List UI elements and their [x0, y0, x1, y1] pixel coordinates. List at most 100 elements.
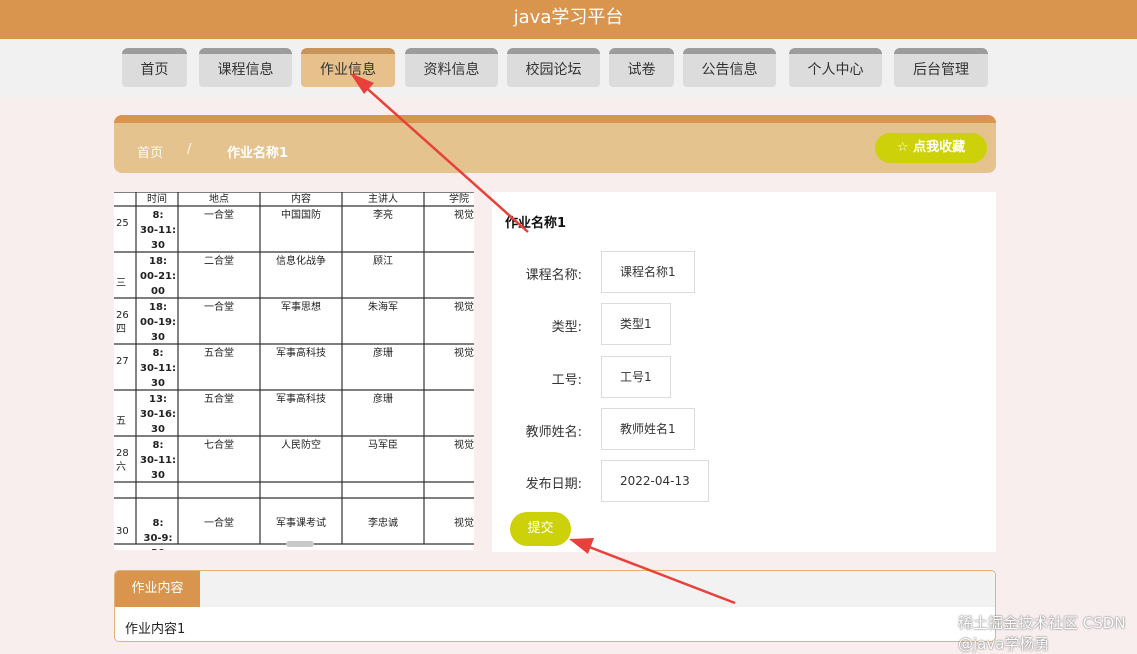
schedule-time: 8: — [153, 440, 164, 451]
nav-item-forum[interactable]: 校园论坛 — [507, 48, 600, 87]
schedule-date: 26 — [116, 310, 129, 321]
schedule-date: 27 — [116, 356, 129, 367]
field-value: 课程名称1 — [601, 251, 695, 293]
field-label: 工号: — [551, 373, 582, 388]
site-title: java学习平台 — [513, 7, 624, 28]
schedule-time: 18: — [149, 302, 167, 313]
schedule-content: 军事课考试 — [276, 516, 326, 529]
homework-content-text: 作业内容1 — [125, 622, 186, 637]
field-label: 类型: — [551, 320, 582, 335]
schedule-day: 一 — [116, 540, 126, 550]
schedule-time: 8: — [153, 210, 164, 221]
schedule-college: 视觉 — [454, 300, 474, 313]
homework-title: 作业名称1 — [505, 216, 567, 231]
content-tabstrip: 作业内容 — [115, 571, 995, 607]
schedule-time: 30-11: — [140, 455, 176, 466]
schedule-speaker: 朱海军 — [368, 300, 398, 313]
nav-item-courses[interactable]: 课程信息 — [199, 48, 292, 87]
schedule-place: 五合堂 — [204, 392, 234, 405]
field-value: 类型1 — [601, 303, 671, 345]
schedule-day: 三 — [116, 278, 126, 289]
watermark: 稀土掘金技术社区 CSDN @java学杨勇 — [958, 614, 1126, 653]
field-teacher-name: 教师姓名: 教师姓名1 — [492, 408, 996, 450]
schedule-speaker: 彦珊 — [373, 392, 393, 405]
nav-item-profile[interactable]: 个人中心 — [789, 48, 882, 87]
schedule-time: 30 — [151, 470, 165, 481]
schedule-content: 信息化战争 — [276, 254, 326, 267]
field-label: 发布日期: — [525, 477, 582, 492]
schedule-day: 六 — [116, 461, 126, 473]
field-type: 类型: 类型1 — [492, 303, 996, 345]
schedule-time: 00-21: — [140, 271, 176, 282]
schedule-college: 视觉 — [454, 438, 474, 451]
schedule-header-cell: 学院 — [449, 192, 469, 205]
homework-content-panel: 作业内容 作业内容1 — [114, 570, 996, 642]
schedule-time: 30 — [151, 378, 165, 389]
image-scroll-handle — [286, 541, 314, 547]
schedule-place: 七合堂 — [204, 438, 234, 451]
schedule-content: 军事高科技 — [276, 392, 326, 405]
schedule-day: 五 — [116, 416, 126, 427]
field-value: 教师姓名1 — [601, 408, 695, 450]
schedule-time: 30 — [151, 424, 165, 435]
field-label: 课程名称: — [525, 268, 582, 283]
schedule-time: 30 — [151, 332, 165, 343]
homework-detail-panel: 作业名称1 课程名称: 课程名称1 类型: 类型1 工号: 工号1 教师姓名: … — [492, 192, 996, 552]
nav-item-admin[interactable]: 后台管理 — [894, 48, 988, 87]
schedule-time: 30-16: — [140, 409, 176, 420]
schedule-content: 军事高科技 — [276, 346, 326, 359]
schedule-speaker: 顾江 — [373, 255, 393, 267]
field-value: 2022-04-13 — [601, 460, 709, 502]
schedule-college: 视觉 — [454, 516, 474, 529]
schedule-date: 25 — [116, 218, 129, 229]
schedule-time: 8: — [153, 348, 164, 359]
nav-item-home[interactable]: 首页 — [122, 48, 187, 87]
breadcrumb-separator: / — [187, 142, 192, 157]
nav-item-notices[interactable]: 公告信息 — [683, 48, 776, 87]
schedule-place: 一合堂 — [204, 208, 234, 221]
schedule-header-cell: 时间 — [147, 192, 167, 205]
schedule-college: 视觉 — [454, 208, 474, 221]
schedule-place: 一合堂 — [204, 300, 234, 313]
schedule-content: 军事思想 — [281, 300, 321, 313]
schedule-time: 30-9: — [143, 533, 172, 544]
star-outline-icon: ☆ — [896, 140, 909, 155]
schedule-place: 一合堂 — [204, 516, 234, 529]
schedule-header-cell: 地点 — [209, 192, 229, 205]
schedule-time: 13: — [149, 394, 167, 405]
site-header: java学习平台 — [0, 0, 1137, 39]
nav-item-exam[interactable]: 试卷 — [609, 48, 674, 87]
schedule-speaker: 彦珊 — [373, 346, 393, 359]
schedule-time: 30-11: — [140, 225, 176, 236]
schedule-day: 四 — [116, 324, 126, 335]
schedule-content: 中国国防 — [281, 208, 321, 221]
schedule-time: 00-19: — [140, 317, 176, 328]
collect-button[interactable]: ☆ 点我收藏 — [875, 133, 987, 163]
tab-homework-content[interactable]: 作业内容 — [115, 571, 200, 607]
schedule-speaker: 马军臣 — [368, 439, 398, 451]
schedule-header-cell: 内容 — [291, 192, 311, 205]
schedule-time: 00 — [151, 286, 165, 297]
schedule-college: 视觉 — [454, 346, 474, 359]
schedule-time: 30-11: — [140, 363, 176, 374]
schedule-time: 8: — [153, 518, 164, 529]
schedule-date: 28 — [116, 448, 129, 459]
schedule-speaker: 李忠诚 — [368, 516, 398, 529]
field-label: 教师姓名: — [525, 425, 582, 440]
schedule-time: 18: — [149, 256, 167, 267]
nav-item-materials[interactable]: 资料信息 — [405, 48, 498, 87]
schedule-date: 30 — [116, 526, 129, 537]
nav-item-homework[interactable]: 作业信息 — [301, 48, 395, 87]
main-nav: 首页 课程信息 作业信息 资料信息 校园论坛 试卷 公告信息 个人中心 后台管理 — [0, 39, 1137, 97]
schedule-time: 30 — [151, 548, 165, 550]
schedule-place: 二合堂 — [204, 254, 234, 267]
submit-button[interactable]: 提交 — [510, 512, 571, 546]
schedule-header-cell: 主讲人 — [368, 192, 398, 205]
schedule-time: 30 — [151, 240, 165, 251]
schedule-table-image: 时间 地点 内容 主讲人 学院258:30-11:30一合堂 中国国防 李亮 视觉三18:00… — [114, 192, 474, 550]
breadcrumb: 首页 / 作业名称1 ☆ 点我收藏 — [114, 115, 996, 173]
breadcrumb-current: 作业名称1 — [227, 146, 289, 161]
schedule-content: 人民防空 — [281, 438, 321, 451]
schedule-speaker: 李亮 — [373, 208, 393, 221]
breadcrumb-home-link[interactable]: 首页 — [137, 142, 163, 161]
